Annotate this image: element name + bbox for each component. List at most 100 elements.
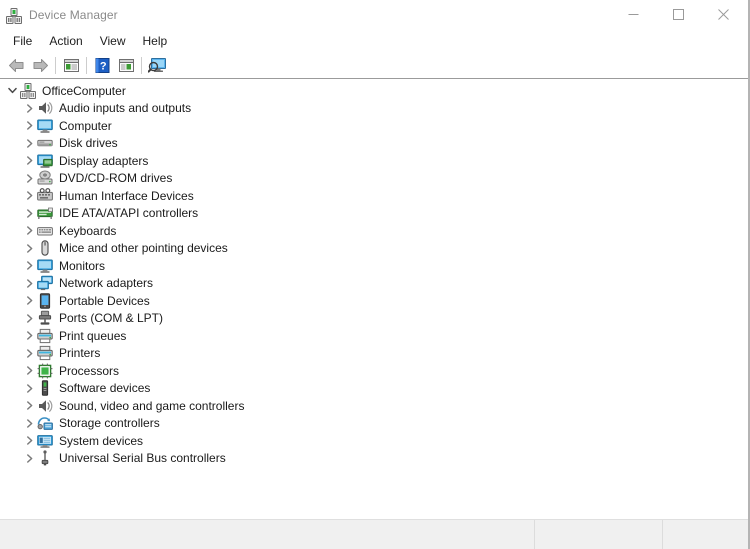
chevron-right-icon: [26, 331, 32, 340]
monitor-icon: [37, 259, 53, 273]
hid-icon: [37, 187, 53, 201]
tree-node[interactable]: DVD/CD-ROM drives: [0, 170, 748, 188]
status-pane-middle: [535, 520, 663, 549]
tree-node[interactable]: System devices: [0, 432, 748, 450]
tree-node-label: System devices: [59, 433, 144, 448]
node-expander[interactable]: [21, 223, 37, 239]
chevron-right-icon: [26, 436, 32, 445]
tree-node[interactable]: Portable Devices: [0, 292, 748, 310]
menu-file[interactable]: File: [5, 31, 41, 51]
chevron-right-icon: [26, 261, 32, 270]
node-expander[interactable]: [21, 100, 37, 116]
tree-node[interactable]: Keyboards: [0, 222, 748, 240]
maximize-button[interactable]: [656, 0, 701, 29]
node-expander[interactable]: [21, 310, 37, 326]
chevron-right-icon: [26, 384, 32, 393]
tree-node[interactable]: Sound, video and game controllers: [0, 397, 748, 415]
tree-node[interactable]: Ports (COM & LPT): [0, 310, 748, 328]
node-expander[interactable]: [21, 450, 37, 466]
node-expander[interactable]: [21, 328, 37, 344]
chevron-right-icon: [26, 139, 32, 148]
node-expander[interactable]: [21, 433, 37, 449]
tree-node[interactable]: Software devices: [0, 380, 748, 398]
tree-node[interactable]: Disk drives: [0, 135, 748, 153]
node-expander[interactable]: [21, 345, 37, 361]
speaker-icon: [39, 399, 53, 412]
tree-node[interactable]: Network adapters: [0, 275, 748, 293]
chevron-right-icon: [26, 401, 32, 410]
tree-node-root[interactable]: OfficeComputer: [0, 82, 748, 100]
tree-node-label: Sound, video and game controllers: [59, 398, 245, 413]
device-tree: OfficeComputer Audio inputs and outputs Co…: [0, 79, 748, 467]
tree-node[interactable]: Print queues: [0, 327, 748, 345]
minimize-button[interactable]: [611, 0, 656, 29]
tree-node[interactable]: Display adapters: [0, 152, 748, 170]
root-expander[interactable]: [4, 83, 20, 99]
properties-window-icon: [63, 58, 79, 72]
node-expander[interactable]: [21, 398, 37, 414]
tree-node-label: Universal Serial Bus controllers: [59, 451, 226, 466]
chevron-right-icon: [26, 174, 32, 183]
menu-action[interactable]: Action: [41, 31, 91, 51]
console-tree-icon: [118, 58, 134, 72]
back-button[interactable]: [4, 53, 28, 77]
keyboard-icon: [37, 226, 53, 236]
tree-node[interactable]: Audio inputs and outputs: [0, 100, 748, 118]
node-expander[interactable]: [21, 275, 37, 291]
tree-node-label: OfficeComputer: [42, 83, 126, 98]
toolbar: ?: [0, 52, 748, 78]
chevron-right-icon: [26, 156, 32, 165]
node-expander[interactable]: [21, 135, 37, 151]
node-expander[interactable]: [21, 240, 37, 256]
node-expander[interactable]: [21, 293, 37, 309]
tree-node[interactable]: IDE ATA/ATAPI controllers: [0, 205, 748, 223]
node-expander[interactable]: [21, 170, 37, 186]
forward-button[interactable]: [28, 53, 52, 77]
node-expander[interactable]: [21, 415, 37, 431]
tree-node[interactable]: Mice and other pointing devices: [0, 240, 748, 258]
tree-node[interactable]: Human Interface Devices: [0, 187, 748, 205]
close-button[interactable]: [701, 0, 746, 29]
help-button[interactable]: ?: [90, 53, 114, 77]
device-manager-icon: [6, 7, 22, 24]
tree-node[interactable]: Computer: [0, 117, 748, 135]
software-device-icon: [41, 380, 49, 396]
node-expander[interactable]: [21, 380, 37, 396]
speaker-icon: [39, 102, 53, 115]
chevron-right-icon: [26, 296, 32, 305]
node-expander[interactable]: [21, 363, 37, 379]
node-expander[interactable]: [21, 258, 37, 274]
tree-node-label: Ports (COM & LPT): [59, 311, 164, 326]
chevron-right-icon: [26, 104, 32, 113]
status-bar: [0, 519, 748, 549]
show-hide-console-tree-button[interactable]: [114, 53, 138, 77]
node-expander[interactable]: [21, 153, 37, 169]
back-arrow-icon: [8, 58, 23, 72]
node-expander[interactable]: [21, 188, 37, 204]
node-expander[interactable]: [21, 118, 37, 134]
properties-button[interactable]: [59, 53, 83, 77]
scan-for-hardware-changes-button[interactable]: [145, 53, 169, 77]
tree-node-label: Network adapters: [59, 276, 154, 291]
printer-icon: [37, 346, 53, 361]
node-expander[interactable]: [21, 205, 37, 221]
chevron-right-icon: [26, 454, 32, 463]
window-controls: [611, 0, 746, 29]
tree-node[interactable]: Processors: [0, 362, 748, 380]
tree-node[interactable]: Universal Serial Bus controllers: [0, 450, 748, 468]
tree-node-label: Human Interface Devices: [59, 188, 194, 203]
tree-node[interactable]: Printers: [0, 345, 748, 363]
portable-device-icon: [39, 293, 51, 309]
menu-help[interactable]: Help: [135, 31, 177, 51]
usb-icon: [41, 450, 49, 466]
chevron-right-icon: [26, 349, 32, 358]
tree-node-label: Print queues: [59, 328, 127, 343]
chevron-right-icon: [26, 209, 32, 218]
tree-node[interactable]: Monitors: [0, 257, 748, 275]
chevron-right-icon: [26, 314, 32, 323]
network-adapter-icon: [37, 275, 53, 291]
chevron-right-icon: [26, 244, 32, 253]
toolbar-separator-3: [141, 56, 142, 74]
tree-node[interactable]: Storage controllers: [0, 415, 748, 433]
menu-view[interactable]: View: [92, 31, 135, 51]
